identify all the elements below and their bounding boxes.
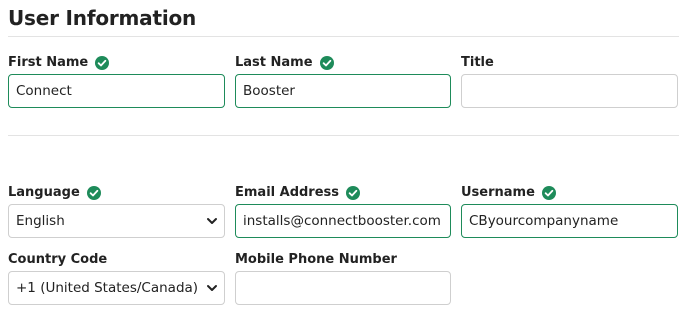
first-name-label: First Name xyxy=(8,55,110,70)
country-code-label: Country Code xyxy=(8,252,107,267)
check-circle-icon xyxy=(541,185,556,200)
check-circle-icon xyxy=(346,185,361,200)
chevron-down-icon xyxy=(207,285,217,291)
check-circle-icon xyxy=(86,185,101,200)
mobile-input[interactable] xyxy=(235,271,451,305)
chevron-down-icon xyxy=(207,218,217,224)
title-input[interactable] xyxy=(461,74,678,108)
title-label: Title xyxy=(461,55,494,70)
language-select[interactable]: English xyxy=(8,204,225,238)
last-name-input[interactable]: Booster xyxy=(235,74,451,108)
email-input[interactable]: installs@connectbooster.com xyxy=(235,204,451,238)
email-label: Email Address xyxy=(235,185,361,200)
first-name-label-text: First Name xyxy=(8,55,89,70)
first-name-input[interactable]: Connect xyxy=(8,74,225,108)
last-name-label: Last Name xyxy=(235,55,334,70)
username-label-text: Username xyxy=(461,185,535,200)
section-title: User Information xyxy=(8,6,197,30)
last-name-value: Booster xyxy=(243,83,295,99)
email-value: installs@connectbooster.com xyxy=(243,213,441,229)
username-input[interactable]: CByourcompanyname xyxy=(461,204,678,238)
first-name-value: Connect xyxy=(16,83,72,99)
country-code-value: +1 (United States/Canada) xyxy=(16,280,199,296)
language-value: English xyxy=(16,213,65,229)
divider xyxy=(8,36,679,37)
username-value: CByourcompanyname xyxy=(469,213,619,229)
mobile-label: Mobile Phone Number xyxy=(235,252,397,267)
language-label: Language xyxy=(8,185,101,200)
country-code-select[interactable]: +1 (United States/Canada) xyxy=(8,271,225,305)
title-label-text: Title xyxy=(461,55,494,70)
divider xyxy=(8,135,679,136)
check-circle-icon xyxy=(95,55,110,70)
last-name-label-text: Last Name xyxy=(235,55,313,70)
mobile-label-text: Mobile Phone Number xyxy=(235,252,397,267)
country-code-label-text: Country Code xyxy=(8,252,108,267)
check-circle-icon xyxy=(319,55,334,70)
language-label-text: Language xyxy=(8,185,80,200)
username-label: Username xyxy=(461,185,556,200)
email-label-text: Email Address xyxy=(235,185,340,200)
